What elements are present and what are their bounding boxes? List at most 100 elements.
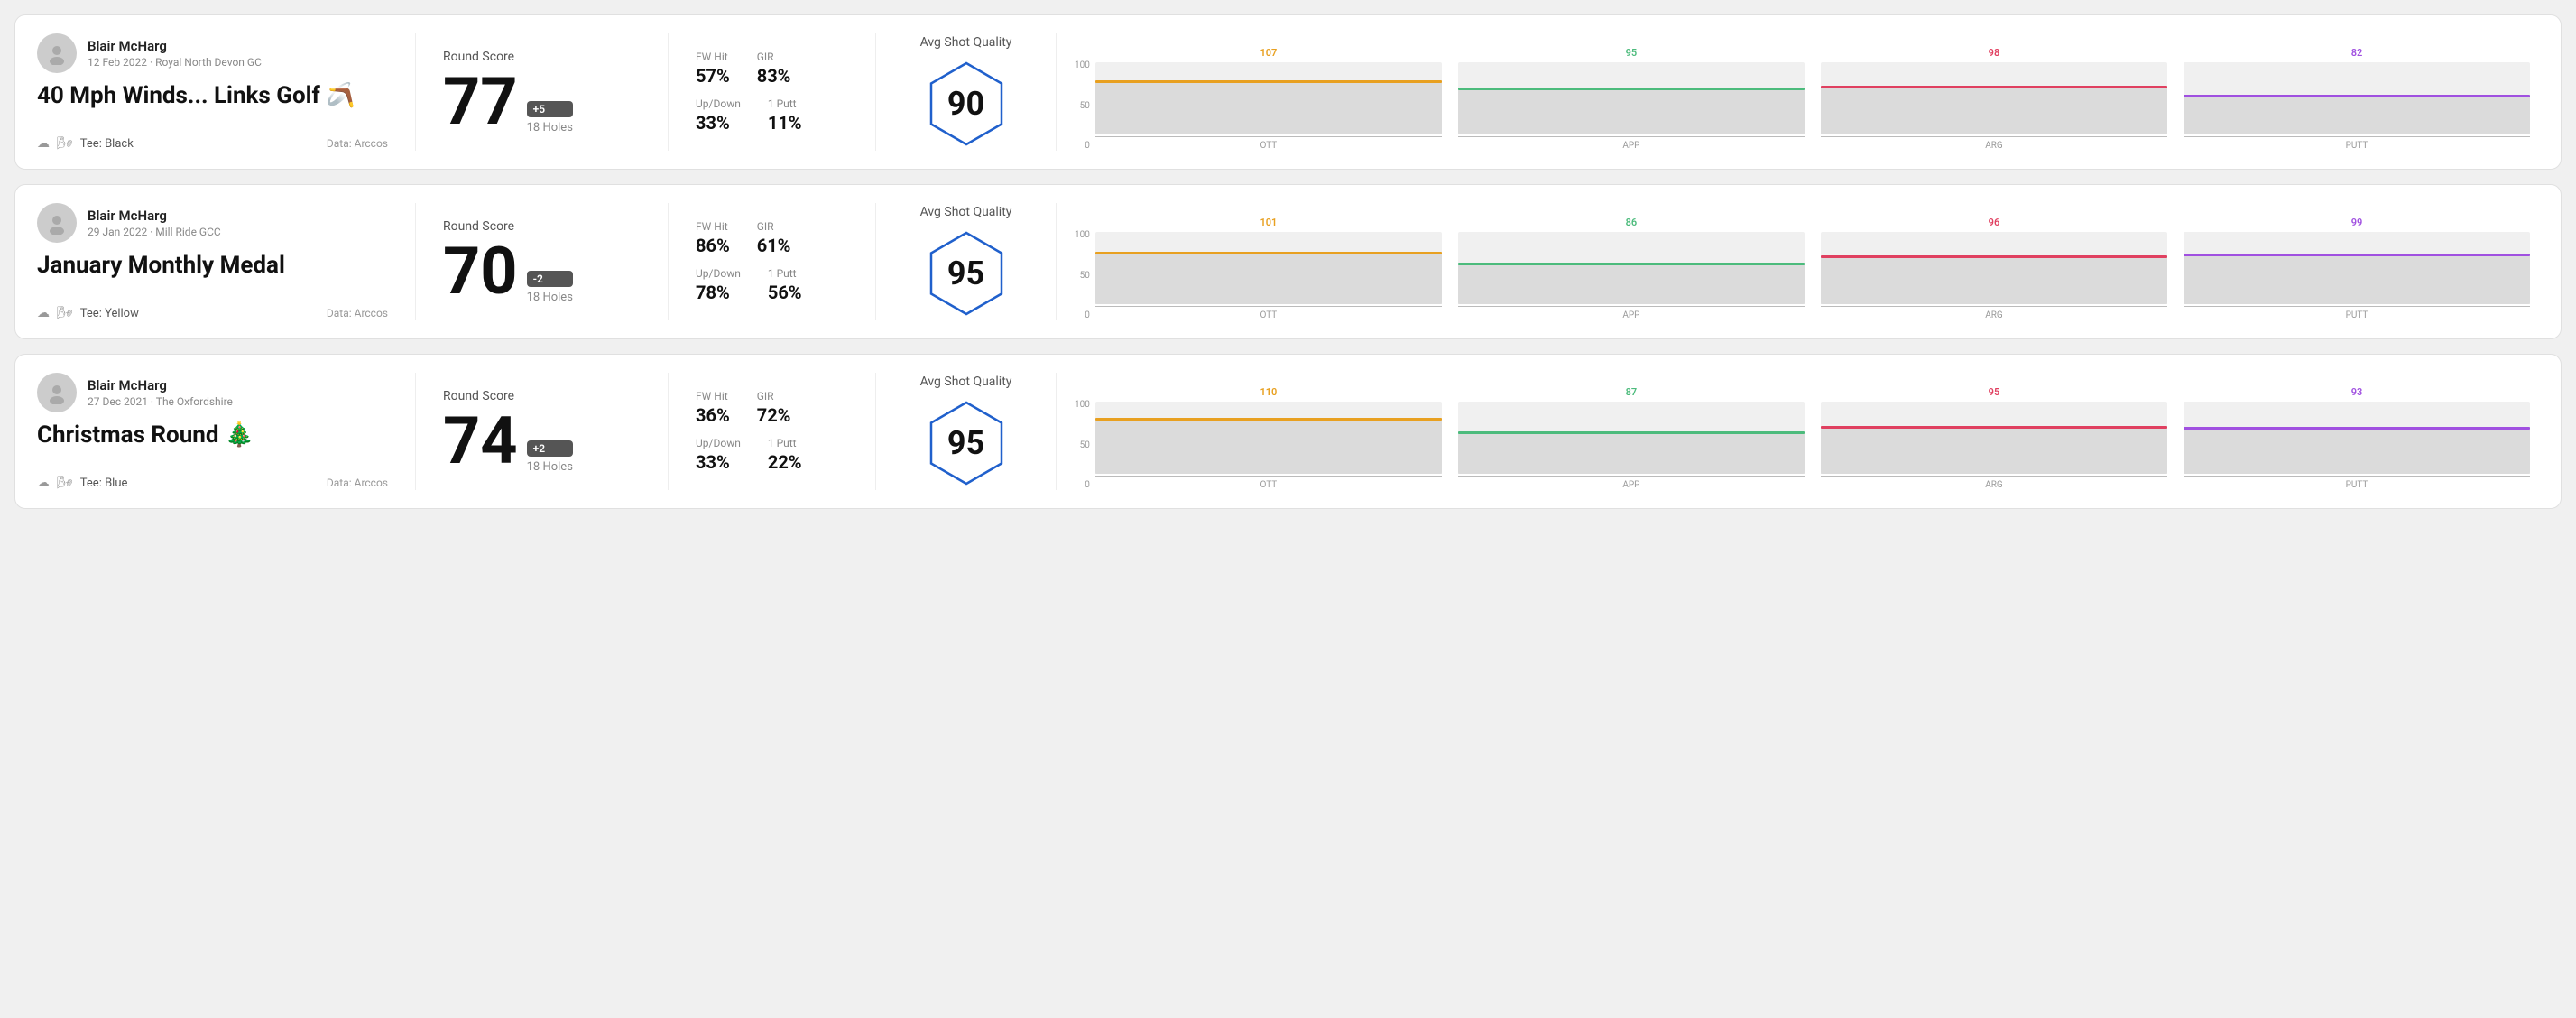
chart-column-arg: 96 ARG [1821,217,2167,320]
one-putt-value-2: 56% [768,282,802,303]
tee-info-3: ☁ 🌬 Tee: Blue [37,476,127,490]
score-number-2: 70 [443,239,518,304]
gir-value-3: 72% [757,404,791,426]
quality-score-1: 90 [947,85,984,123]
holes-label-2: 18 Holes [527,291,573,304]
chart-column-app: 86 APP [1458,217,1805,320]
chart-column-ott: 107 OTT [1095,47,1442,151]
holes-label-1: 18 Holes [527,121,573,134]
tee-label-1: Tee: Black [80,137,134,151]
chart-column-putt: 82 PUTT [2184,47,2530,151]
user-name-2: Blair McHarg [88,208,221,224]
avatar-2 [37,203,77,243]
stats-section-3: FW Hit 36% GIR 72% Up/Down 33% 1 Putt 22… [669,373,876,490]
bar-value-arg: 95 [1989,386,2000,398]
quality-section-1: Avg Shot Quality 90 [876,33,1057,151]
stats-top-row-2: FW Hit 86% GIR 61% [696,220,848,256]
cloud-icon-2: ☁ [37,306,50,320]
bottom-meta-2: ☁ 🌬 Tee: Yellow Data: Arccos [37,306,388,320]
round-title-1: 40 Mph Winds... Links Golf 🪃 [37,82,388,109]
round-card-3: Blair McHarg 27 Dec 2021 · The Oxfordshi… [14,354,2562,509]
quality-label-3: Avg Shot Quality [920,375,1012,389]
user-name-1: Blair McHarg [88,38,262,54]
fw-hit-value-2: 86% [696,235,730,256]
bar-value-ott: 110 [1260,386,1277,398]
fw-hit-label-1: FW Hit [696,51,730,63]
bar-wrapper-putt [2184,402,2530,474]
score-row-3: 74 +2 18 Holes [443,409,641,474]
user-info-3: Blair McHarg 27 Dec 2021 · The Oxfordshi… [37,373,388,412]
updown-value-2: 78% [696,282,741,303]
one-putt-value-1: 11% [768,112,802,134]
user-name-3: Blair McHarg [88,377,233,393]
wind-icon-3: 🌬 [57,476,73,490]
avatar-1 [37,33,77,73]
chart-column-arg: 98 ARG [1821,47,2167,151]
user-date-course-1: 12 Feb 2022 · Royal North Devon GC [88,56,262,69]
one-putt-stat-3: 1 Putt 22% [768,437,802,473]
stats-bottom-row-2: Up/Down 78% 1 Putt 56% [696,267,848,303]
bar-value-ott: 107 [1260,47,1277,59]
chart-column-app: 95 APP [1458,47,1805,151]
score-number-1: 77 [443,69,518,134]
bar-wrapper-app [1458,402,1805,474]
round-card-2: Blair McHarg 29 Jan 2022 · Mill Ride GCC… [14,184,2562,339]
one-putt-stat-2: 1 Putt 56% [768,267,802,303]
hexagon-container-2: 95 [921,228,1011,319]
data-source-1: Data: Arccos [327,137,388,150]
bottom-meta-1: ☁ 🌬 Tee: Black Data: Arccos [37,136,388,151]
score-row-1: 77 +5 18 Holes [443,69,641,134]
user-date-course-2: 29 Jan 2022 · Mill Ride GCC [88,226,221,238]
bar-label-arg: ARG [1985,141,2003,151]
user-info-1: Blair McHarg 12 Feb 2022 · Royal North D… [37,33,388,73]
wind-icon-1: 🌬 [57,136,73,151]
round-score-label-2: Round Score [443,219,641,234]
gir-label-3: GIR [757,390,791,403]
bar-label-putt: PUTT [2346,141,2368,151]
fw-hit-value-3: 36% [696,404,730,426]
chart-column-putt: 93 PUTT [2184,386,2530,490]
hexagon-container-1: 90 [921,59,1011,149]
bar-label-app: APP [1622,480,1639,490]
bar-value-putt: 99 [2351,217,2363,228]
round-score-label-1: Round Score [443,50,641,64]
quality-section-3: Avg Shot Quality 95 [876,373,1057,490]
bar-label-ott: OTT [1260,480,1278,490]
round-score-label-3: Round Score [443,389,641,403]
chart-column-ott: 110 OTT [1095,386,1442,490]
chart-section-3: 100 50 0 110 OTT 87 [1057,373,2539,490]
left-section-3: Blair McHarg 27 Dec 2021 · The Oxfordshi… [37,373,416,490]
bar-wrapper-putt [2184,62,2530,134]
stats-section-2: FW Hit 86% GIR 61% Up/Down 78% 1 Putt 56… [669,203,876,320]
stats-section-1: FW Hit 57% GIR 83% Up/Down 33% 1 Putt 11… [669,33,876,151]
cloud-icon-3: ☁ [37,476,50,490]
quality-section-2: Avg Shot Quality 95 [876,203,1057,320]
bar-wrapper-arg [1821,402,2167,474]
score-badge-2: -2 [527,271,573,287]
bar-wrapper-ott [1095,62,1442,134]
user-info-2: Blair McHarg 29 Jan 2022 · Mill Ride GCC [37,203,388,243]
holes-label-3: 18 Holes [527,460,573,474]
quality-label-1: Avg Shot Quality [920,35,1012,50]
score-badge-holes-2: -2 18 Holes [527,271,573,304]
middle-section-1: Round Score 77 +5 18 Holes [416,33,669,151]
gir-label-1: GIR [757,51,791,63]
gir-stat-3: GIR 72% [757,390,791,426]
updown-stat-1: Up/Down 33% [696,97,741,134]
chart-column-arg: 95 ARG [1821,386,2167,490]
bar-value-arg: 98 [1989,47,2000,59]
updown-label-3: Up/Down [696,437,741,449]
bar-wrapper-arg [1821,232,2167,304]
score-badge-holes-3: +2 18 Holes [527,440,573,474]
round-title-3: Christmas Round 🎄 [37,421,388,449]
fw-hit-value-1: 57% [696,65,730,87]
middle-section-3: Round Score 74 +2 18 Holes [416,373,669,490]
bar-label-putt: PUTT [2346,310,2368,320]
updown-value-1: 33% [696,112,741,134]
bar-wrapper-arg [1821,62,2167,134]
bottom-meta-3: ☁ 🌬 Tee: Blue Data: Arccos [37,476,388,490]
wind-icon-2: 🌬 [57,306,73,320]
fw-hit-stat-1: FW Hit 57% [696,51,730,87]
stats-top-row-3: FW Hit 36% GIR 72% [696,390,848,426]
tee-label-2: Tee: Yellow [80,307,139,320]
